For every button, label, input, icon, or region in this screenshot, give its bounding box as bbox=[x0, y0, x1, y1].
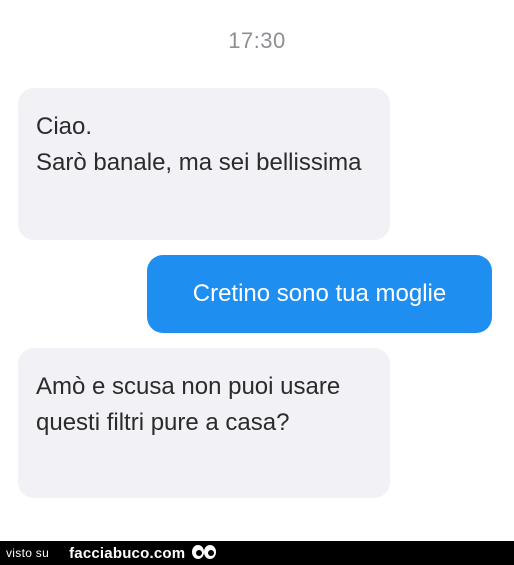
watermark-bar: visto su facciabuco.com bbox=[0, 541, 514, 565]
incoming-message-bubble[interactable]: Amò e scusa non puoi usare questi filtri… bbox=[18, 348, 390, 498]
incoming-message-bubble[interactable]: Ciao. Sarò banale, ma sei bellissima bbox=[18, 88, 390, 240]
watermark-prefix: visto su bbox=[6, 546, 50, 560]
eyes-logo-icon bbox=[192, 545, 217, 559]
message-timestamp: 17:30 bbox=[228, 28, 286, 53]
watermark-site-name: facciabuco.com bbox=[69, 544, 186, 562]
outgoing-message-bubble[interactable]: Cretino sono tua moglie bbox=[147, 255, 492, 333]
